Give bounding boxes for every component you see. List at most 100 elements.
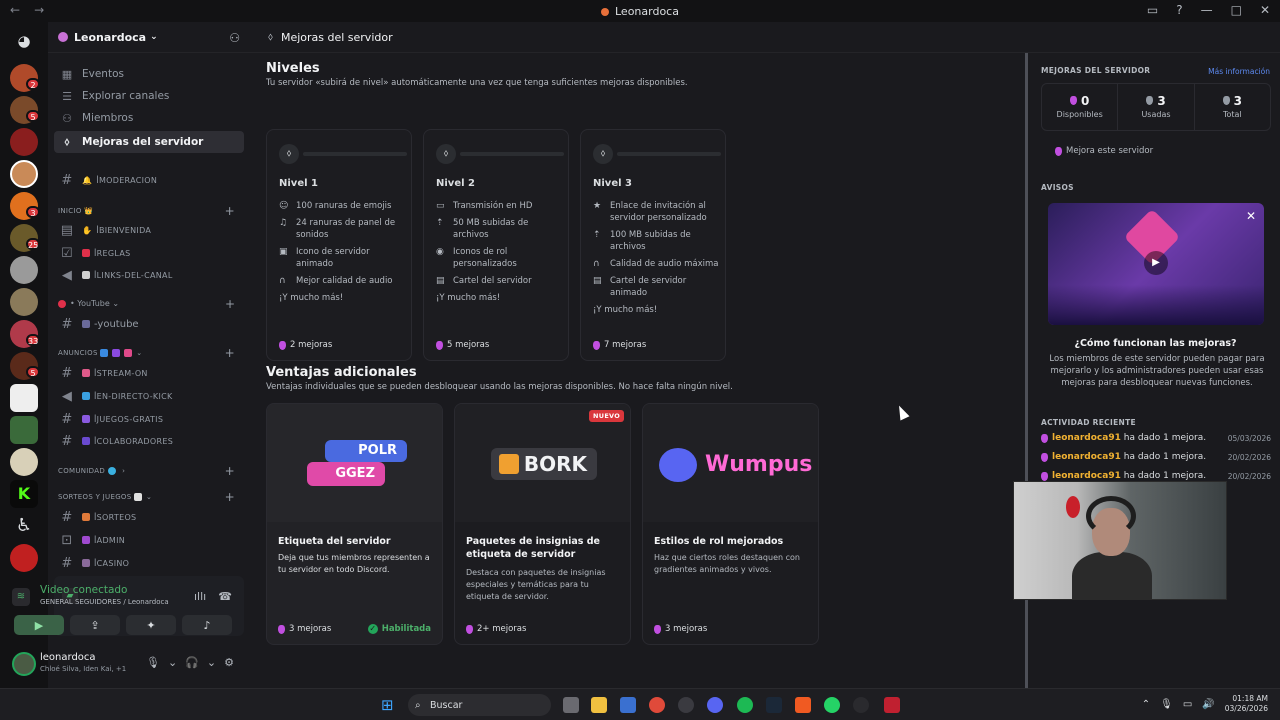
channel-admin[interactable]: ⊡ ꟾ ADMIN: [54, 530, 244, 550]
server-header[interactable]: Leonardoca ⌄ ⚇: [48, 22, 250, 53]
category-comunidad[interactable]: COMUNIDAD › +: [58, 464, 243, 478]
network-icon[interactable]: ▭: [1183, 699, 1192, 710]
brave-icon[interactable]: [795, 697, 811, 713]
server-avatar[interactable]: [10, 416, 38, 444]
sidebar-item-members[interactable]: ⚇ Miembros: [54, 108, 244, 128]
avatar[interactable]: [12, 652, 36, 676]
server-avatar[interactable]: [10, 448, 38, 476]
level-bar: [303, 152, 407, 156]
chevron-down-icon[interactable]: ⌄: [168, 656, 177, 669]
play-icon[interactable]: ▶: [1144, 251, 1168, 275]
task-view-icon[interactable]: [563, 697, 579, 713]
username[interactable]: leonardoca: [40, 652, 96, 663]
sidebar-item-browse[interactable]: ☰ Explorar canales: [54, 86, 244, 106]
perk-card-server-tag[interactable]: POLR GGEZ Etiqueta del servidor Deja que…: [266, 403, 443, 645]
voice-status[interactable]: Video conectado: [40, 584, 127, 596]
close-icon[interactable]: ✕: [1246, 209, 1256, 223]
channel-youtube[interactable]: # -youtube: [54, 314, 244, 334]
headphones-icon[interactable]: 🎧: [185, 656, 199, 669]
add-member-icon[interactable]: ⚇: [229, 31, 240, 45]
soundboard-button[interactable]: ♪: [182, 615, 232, 635]
maximize-button[interactable]: □: [1231, 3, 1242, 17]
close-button[interactable]: ✕: [1260, 3, 1270, 17]
accessibility-icon[interactable]: ♿: [10, 512, 38, 540]
spotify-icon[interactable]: [737, 697, 753, 713]
add-channel-icon[interactable]: +: [225, 464, 235, 478]
server-avatar-active[interactable]: [10, 160, 38, 188]
clock[interactable]: 01:18 AM 03/26/2026: [1225, 694, 1268, 714]
megaphone-icon: ◀: [61, 267, 73, 283]
inbox-icon[interactable]: ▭: [1147, 3, 1158, 17]
boost-gem-icon: [279, 340, 286, 350]
channel-stream-on[interactable]: # ꟾ STREAM-ON: [54, 363, 244, 383]
server-avatar[interactable]: [10, 384, 38, 412]
disconnect-icon[interactable]: ☎: [218, 590, 232, 603]
channel-colaboradores[interactable]: # ꟾ COLABORADORES: [54, 431, 244, 451]
whatsapp-icon[interactable]: [824, 697, 840, 713]
user-status: Chloé Silva, Iden Kai, +1: [40, 665, 127, 673]
channel-moderacion[interactable]: # 🔔 ꟾ MODERACION: [54, 170, 244, 190]
steam-icon[interactable]: [766, 697, 782, 713]
perk-card-role-styles[interactable]: Wumpus Estilos de rol mejorados Haz que …: [642, 403, 819, 645]
chevron-up-icon[interactable]: ⌃: [1142, 699, 1150, 710]
activities-button[interactable]: ✦: [126, 615, 176, 635]
discord-home-icon[interactable]: ◕: [11, 28, 37, 54]
sidebar-item-events[interactable]: ▦ Eventos: [54, 64, 244, 84]
windows-start-icon[interactable]: ⊞: [381, 697, 397, 713]
discord-taskbar-icon[interactable]: [707, 697, 723, 713]
server-avatar[interactable]: [10, 128, 38, 156]
promo-video[interactable]: ▶ ✕: [1048, 203, 1264, 325]
add-channel-icon[interactable]: +: [225, 346, 235, 360]
add-channel-icon[interactable]: +: [225, 297, 235, 311]
category-youtube[interactable]: • YouTube ⌄ +: [58, 297, 243, 311]
microphone-icon[interactable]: 🎙: [1160, 699, 1173, 710]
speedometer-icon[interactable]: [853, 697, 869, 713]
channel-juegos-gratis[interactable]: # ꟾ JUEGOS-GRATIS: [54, 409, 244, 429]
category-sorteos[interactable]: SORTEOS Y JUEGOS ⌄ +: [58, 490, 243, 504]
store-icon[interactable]: [620, 697, 636, 713]
feature-more: ¡Y mucho más!: [593, 305, 658, 315]
sidebar-item-boosts[interactable]: ⬨ Mejoras del servidor: [54, 131, 244, 153]
perk-cost: 3 mejoras: [654, 624, 707, 634]
help-icon[interactable]: ?: [1176, 3, 1182, 17]
github-icon[interactable]: [678, 697, 694, 713]
add-channel-icon[interactable]: +: [225, 490, 235, 504]
category-anuncios[interactable]: ANUNCIOS ⌄ +: [58, 346, 243, 360]
server-avatar[interactable]: [10, 288, 38, 316]
minimize-button[interactable]: —: [1201, 3, 1213, 17]
microphone-icon[interactable]: 🎙: [146, 656, 160, 669]
camera-button[interactable]: ▶: [14, 615, 64, 635]
tag-badge-polr: POLR: [325, 440, 407, 462]
more-info-link[interactable]: Más información: [1208, 67, 1270, 76]
feature-item: ▤ Cartel del servidor: [436, 276, 532, 286]
channel-bienvenida[interactable]: ▤ ✋ ꟾ BIENVENIDA: [54, 220, 244, 240]
server-avatar[interactable]: [10, 544, 38, 572]
soundwave-icon[interactable]: ıllı: [194, 590, 206, 603]
channel-links[interactable]: ◀ ꟾ LINKS-DEL-CANAL: [54, 265, 244, 285]
chrome-icon[interactable]: [649, 697, 665, 713]
add-channel-icon[interactable]: +: [225, 204, 235, 218]
boost-server-button[interactable]: Mejora este servidor: [1055, 146, 1153, 156]
hashtag-icon: #: [61, 411, 73, 427]
voice-channel[interactable]: GENERAL SEGUIDORES / Leonardoca: [40, 598, 169, 606]
kick-server-icon[interactable]: K: [10, 480, 38, 508]
app-icon[interactable]: [884, 697, 900, 713]
gear-icon[interactable]: ⚙: [224, 656, 234, 669]
feature-item: ∩ Mejor calidad de audio: [279, 276, 393, 286]
taskbar-search[interactable]: ⌕ Buscar: [408, 694, 551, 716]
channel-casino[interactable]: # ꟾ CASINO: [54, 553, 244, 573]
icon: [124, 349, 133, 357]
volume-icon[interactable]: 🔊: [1202, 699, 1214, 710]
perk-title: Etiqueta del servidor: [278, 536, 391, 547]
file-explorer-icon[interactable]: [591, 697, 607, 713]
channel-sorteos[interactable]: # ꟾ SORTEOS: [54, 507, 244, 527]
shield-icon: [82, 536, 90, 544]
server-avatar[interactable]: [10, 256, 38, 284]
category-inicio[interactable]: INICIO 👑 +: [58, 204, 243, 218]
feature-more: ¡Y mucho más!: [436, 293, 501, 303]
perk-card-badge-packs[interactable]: BORK Paquetes de insignias de etiqueta d…: [454, 403, 631, 645]
channel-en-directo[interactable]: ◀ ꟾ EN-DIRECTO-KICK: [54, 386, 244, 406]
screenshare-button[interactable]: ⇪: [70, 615, 120, 635]
chevron-down-icon[interactable]: ⌄: [207, 656, 216, 669]
channel-reglas[interactable]: ☑ ꟾ REGLAS: [54, 243, 244, 263]
